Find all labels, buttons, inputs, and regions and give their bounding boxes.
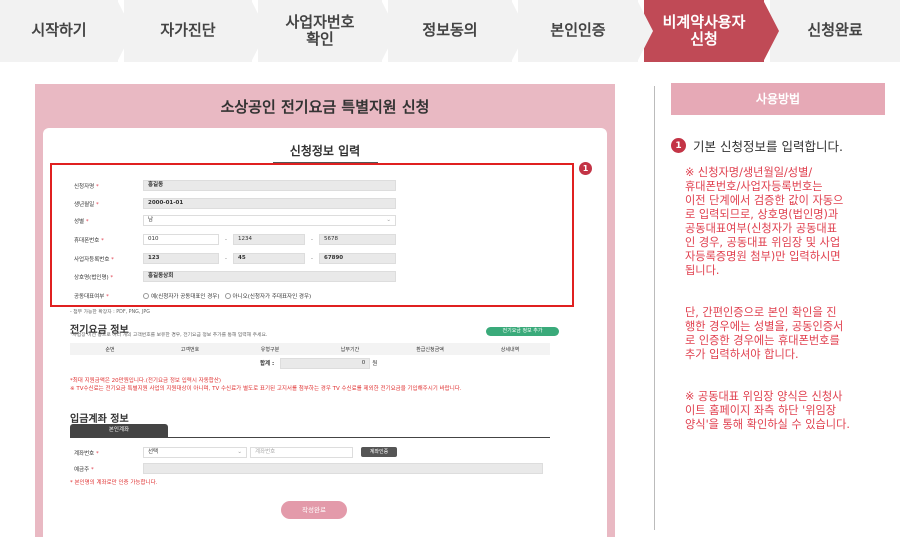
holder-row: 예금주 * bbox=[74, 462, 543, 475]
holder-label: 예금주 bbox=[74, 466, 90, 473]
help-step-text: 기본 신청정보를 입력합니다. bbox=[693, 139, 843, 154]
help-note-proxy-form: ※ 공동대표 위임장 양식은 신청사 이트 홈페이지 좌측 하단 '위임장 양식… bbox=[685, 390, 850, 431]
chevron-right-icon bbox=[763, 0, 779, 62]
step-number-badge: 1 bbox=[671, 138, 686, 153]
help-note-auto-fill: ※ 신청자명/생년월일/성별/ 휴대폰번호/사업자등록번호는 이전 단계에서 검… bbox=[685, 166, 844, 277]
col-header: 유형구분 bbox=[260, 346, 280, 353]
how-to-use-button[interactable]: 사용방법 bbox=[671, 83, 885, 115]
max-amount-note: *최대 지원금액은 20만원입니다.(전기요금 정보 입력시 자동합산) bbox=[70, 378, 222, 384]
step-complete: 신청완료 bbox=[770, 0, 900, 62]
deposit-section-title: 입금계좌 정보 bbox=[70, 414, 129, 425]
step-label: 자가진단 bbox=[160, 21, 216, 40]
chevron-right-icon bbox=[117, 0, 133, 62]
total-unit: 원 bbox=[372, 361, 378, 367]
step-label: 비계약사용자 신청 bbox=[662, 12, 746, 48]
total-value: 0 bbox=[280, 357, 371, 369]
account-note: * 본인명의 계좌로만 인증 가능합니다. bbox=[70, 480, 158, 486]
step-label: 신청완료 bbox=[807, 21, 863, 40]
col-header: 고객번호 bbox=[180, 346, 200, 353]
electric-table-header: 순번 고객번호 유형구분 납부기간 환급신청금액 상세내역 bbox=[70, 343, 550, 355]
add-electric-info-button[interactable]: 전기요금 정보 추가 bbox=[486, 327, 559, 336]
divider bbox=[654, 86, 655, 530]
step-label: 정보동의 bbox=[422, 21, 478, 40]
step-bizno-check: 사업자번호 확인 bbox=[258, 0, 397, 62]
step-label: 사업자번호 확인 bbox=[285, 12, 355, 48]
submit-button[interactable]: 작성완료 bbox=[281, 501, 347, 519]
bank-select[interactable]: 선택 ⌄ bbox=[143, 447, 247, 458]
electric-subtitle: *사업장 이전 등으로 여러 개의 고객번호를 보유한 경우, 전기요금 정보 … bbox=[70, 333, 268, 338]
tv-fee-note: ※ TV수신료는 전기요금 특별지원 사업의 지원대상이 아니며, TV 수신료… bbox=[70, 386, 462, 392]
tab-underline bbox=[70, 437, 550, 438]
chevron-down-icon: ⌄ bbox=[237, 449, 242, 455]
chevron-right-icon bbox=[251, 0, 267, 62]
step-progress-bar: 시작하기 자가진단 사업자번호 확인 정보동의 본인인증 비계약사용자 신청 신… bbox=[0, 0, 900, 62]
chevron-right-icon bbox=[511, 0, 527, 62]
electric-total-row: 합계 : 0 원 bbox=[70, 355, 550, 371]
step-label: 시작하기 bbox=[31, 21, 87, 40]
verify-account-button[interactable]: 계좌인증 bbox=[361, 447, 397, 457]
step-identity: 본인인증 bbox=[518, 0, 653, 62]
step-label: 본인인증 bbox=[550, 21, 606, 40]
col-header: 상세내역 bbox=[500, 346, 520, 353]
form-header: 소상공인 전기요금 특별지원 신청 bbox=[220, 97, 430, 116]
step-non-contract-apply: 비계약사용자 신청 bbox=[644, 0, 779, 62]
step-self-check: 자가진단 bbox=[124, 0, 267, 62]
chevron-right-icon bbox=[381, 0, 397, 62]
file-ext-note: - 첨부 가능한 확장자 : PDF, PNG, JPG bbox=[70, 310, 150, 315]
account-number-input[interactable]: 계좌번호 bbox=[250, 447, 353, 458]
col-header: 순번 bbox=[105, 346, 115, 353]
step-start: 시작하기 bbox=[0, 0, 133, 62]
chevron-right-icon bbox=[637, 0, 653, 62]
tab-own-account[interactable]: 본인계좌 bbox=[70, 424, 168, 437]
col-header: 납부기간 bbox=[340, 346, 360, 353]
highlight-box bbox=[50, 163, 574, 307]
total-label: 합계 : bbox=[260, 361, 275, 367]
account-label: 계좌번호 bbox=[74, 450, 95, 457]
help-note-simple-auth: 단, 간편인증으로 본인 확인을 진 행한 경우에는 성별을, 공동인증서 로 … bbox=[685, 306, 844, 361]
help-step: 1 기본 신청정보를 입력합니다. bbox=[671, 136, 900, 155]
step-consent: 정보동의 bbox=[388, 0, 527, 62]
account-row: 계좌번호 * 선택 ⌄ 계좌번호 bbox=[74, 446, 361, 459]
col-header: 환급신청금액 bbox=[416, 346, 444, 353]
holder-field[interactable] bbox=[143, 463, 543, 474]
step-number-badge: 1 bbox=[579, 162, 592, 175]
card-title: 신청정보 입력 bbox=[289, 144, 361, 158]
